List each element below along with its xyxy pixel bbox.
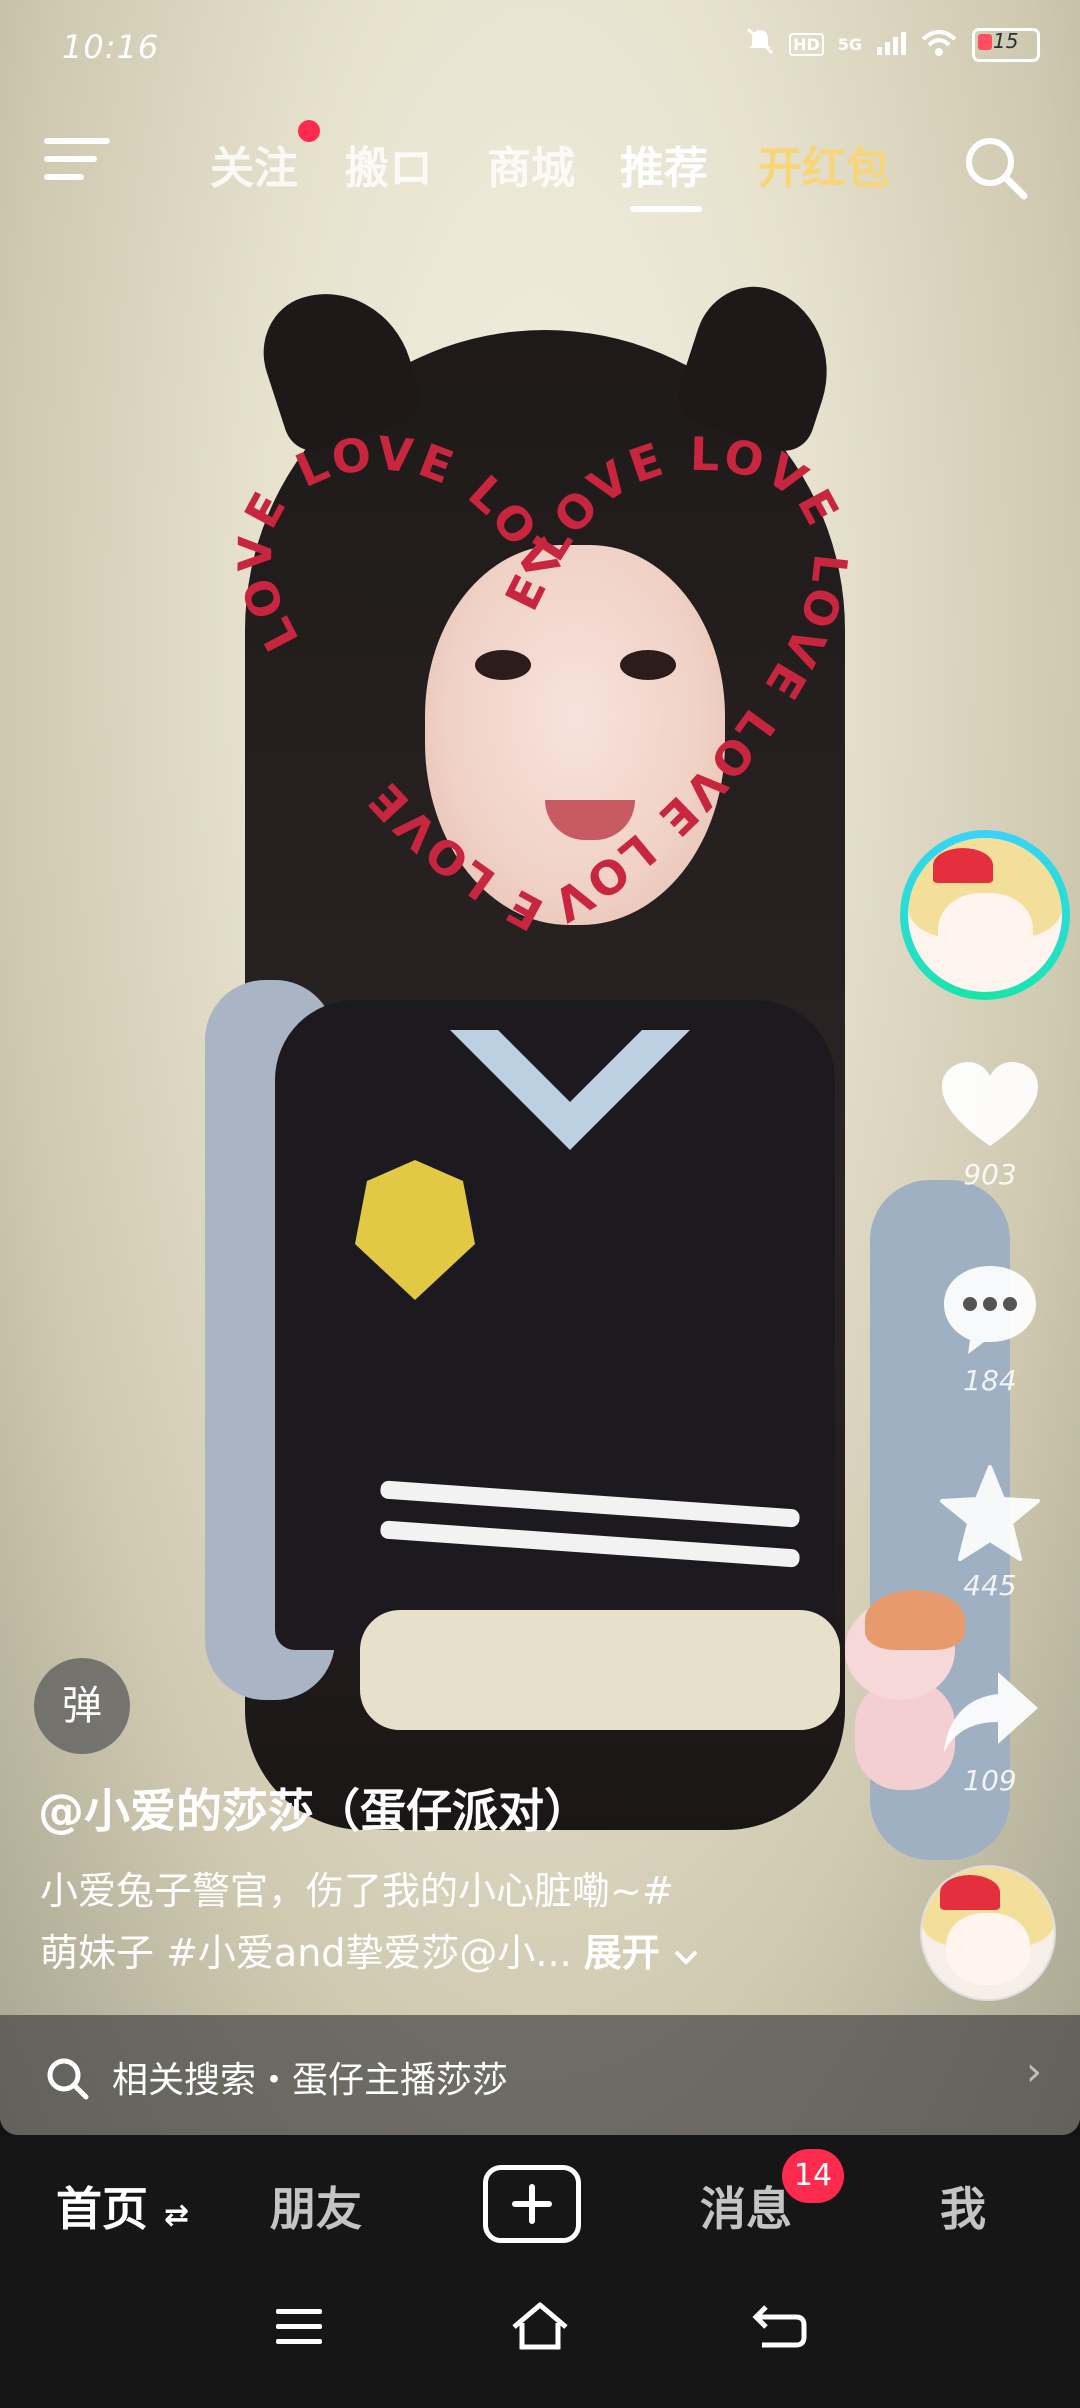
favorite-count: 445 xyxy=(963,1569,1017,1602)
nav-messages[interactable]: 消息 xyxy=(700,2173,792,2239)
nav-me[interactable]: 我 xyxy=(940,2173,986,2239)
tab-banyun[interactable]: 搬ロ xyxy=(345,132,433,196)
like-button[interactable]: 903 xyxy=(930,1060,1050,1191)
battery-icon: 15 xyxy=(972,27,1040,62)
back-icon[interactable] xyxy=(752,2303,808,2349)
status-time: 10:16 xyxy=(62,28,160,66)
hd-icon: HD xyxy=(789,33,824,56)
nav-home[interactable]: 首页 ⇄ xyxy=(56,2173,189,2239)
recents-icon[interactable] xyxy=(274,2305,324,2349)
expand-label: 展开 xyxy=(583,1931,660,1975)
like-count: 903 xyxy=(963,1158,1017,1191)
tab-recommend[interactable]: 推荐 xyxy=(620,132,708,196)
comment-count: 184 xyxy=(963,1364,1017,1397)
status-bar: 10:16 HD 5G 15 xyxy=(0,0,1080,90)
battery-level: 15 xyxy=(993,28,1019,53)
music-disc-avatar[interactable] xyxy=(920,1865,1056,2001)
expand-description[interactable]: 展开 xyxy=(584,1931,699,1975)
author-name[interactable]: @小爱的莎莎（蛋仔派对） xyxy=(38,1775,590,1841)
switch-icon: ⇄ xyxy=(164,2198,190,2233)
tab-red-packet[interactable]: 开红包 xyxy=(758,132,890,196)
author-avatar[interactable] xyxy=(900,830,1070,1000)
svg-text:LOVE LOVE LOVE LOVE LOVE LOVE: LOVE LOVE LOVE LOVE LOVE LOVE LOVE LOVE … xyxy=(228,426,858,941)
love-halo-text: LOVE LOVE LOVE LOVE LOVE LOVE LOVE LOVE … xyxy=(228,426,854,941)
description-line-1: 小爱兔子警官，伤了我的小心脏嘞~# xyxy=(40,1869,674,1913)
chevron-right-icon: › xyxy=(1026,2049,1042,2095)
comment-button[interactable]: 184 xyxy=(930,1262,1050,1397)
description-line-2-text: 萌妹子 #小爱and挚爱莎@小... xyxy=(40,1931,572,1975)
screen: LOVE LOVE LOVE LOVE LOVE LOVE LOVE LOVE … xyxy=(0,0,1080,2408)
heart-icon xyxy=(942,1062,1038,1146)
nav-home-label: 首页 xyxy=(56,2182,148,2236)
related-search-bar[interactable]: 相关搜索・蛋仔主播莎莎 › xyxy=(0,2015,1080,2135)
chevron-down-icon xyxy=(674,1950,698,1965)
messages-badge: 14 xyxy=(782,2149,844,2203)
tab-follow[interactable]: 关注 xyxy=(210,132,298,196)
star-icon xyxy=(940,1465,1040,1561)
wifi-icon xyxy=(920,29,958,61)
description-line-2: 萌妹子 #小爱and挚爱莎@小... 展开 xyxy=(40,1922,810,1984)
home-icon[interactable] xyxy=(510,2301,570,2351)
mute-icon xyxy=(745,26,775,63)
menu-icon[interactable] xyxy=(44,138,110,192)
system-nav-bar xyxy=(0,2275,1080,2408)
danmaku-toggle[interactable]: 弹 xyxy=(34,1658,130,1754)
share-button[interactable]: 109 xyxy=(930,1668,1050,1797)
uniform-belt xyxy=(360,1610,840,1730)
bottom-nav: 首页 ⇄ 朋友 消息 14 我 xyxy=(0,2135,1080,2275)
favorite-button[interactable]: 445 xyxy=(930,1465,1050,1602)
network-label: 5G xyxy=(837,35,862,54)
follow-new-dot xyxy=(298,120,320,142)
video-description: 小爱兔子警官，伤了我的小心脏嘞~# 萌妹子 #小爱and挚爱莎@小... 展开 xyxy=(40,1860,810,1984)
comment-icon xyxy=(944,1266,1036,1354)
create-button[interactable] xyxy=(483,2165,581,2243)
top-nav: 关注 搬ロ 商城 推荐 开红包 xyxy=(0,120,1080,230)
related-search-text: 相关搜索・蛋仔主播莎莎 xyxy=(112,2060,509,2101)
nav-friends[interactable]: 朋友 xyxy=(270,2173,362,2239)
active-tab-indicator xyxy=(630,206,702,212)
search-icon xyxy=(47,2058,89,2100)
share-arrow-icon xyxy=(944,1672,1038,1752)
share-count: 109 xyxy=(963,1764,1017,1797)
tab-mall[interactable]: 商城 xyxy=(487,132,575,196)
status-icons: HD 5G 15 xyxy=(745,26,1040,63)
search-icon[interactable] xyxy=(960,132,1030,202)
signal-icon xyxy=(876,31,906,59)
